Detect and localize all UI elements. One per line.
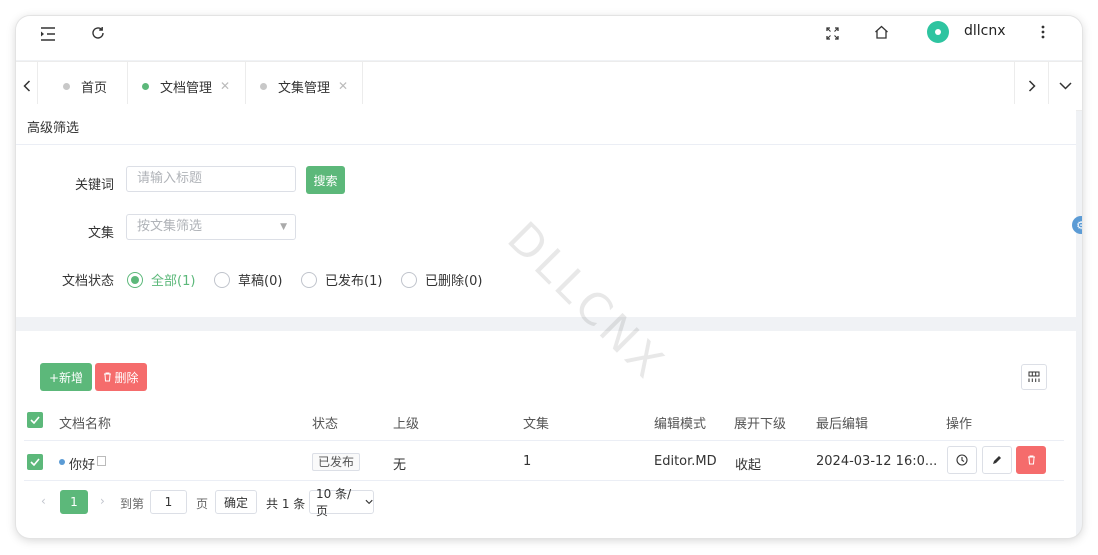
tabs-dropdown[interactable]: [1048, 62, 1082, 110]
tab-collection-management[interactable]: 文集管理 ✕: [246, 62, 363, 110]
filter-title: 高级筛选: [27, 121, 80, 136]
column-header-status: 状态: [312, 417, 339, 432]
page-number-current[interactable]: 1: [60, 490, 88, 514]
row-expand[interactable]: 收起: [735, 454, 761, 473]
app-window: dllcnx 首页 文档管理 ✕ 文集管理 ✕ 高级筛选 关键词 请输入标题 搜…: [16, 16, 1082, 538]
collection-label: 文集: [88, 226, 115, 241]
page-unit-label: 页: [196, 497, 209, 511]
column-header-last-edit: 最后编辑: [816, 417, 869, 432]
avatar-dot: [935, 29, 941, 35]
doc-dot: [59, 459, 65, 465]
tab-dot: [63, 82, 70, 90]
next-page-icon[interactable]: ›: [100, 494, 105, 508]
status-radio-draft[interactable]: 草稿(0): [214, 270, 282, 289]
fullscreen-icon[interactable]: [822, 23, 842, 43]
column-header-actions: 操作: [946, 417, 973, 432]
home-icon[interactable]: [871, 22, 891, 42]
username[interactable]: dllcnx: [964, 23, 1006, 39]
trash-icon: [1027, 455, 1035, 465]
row-delete-button[interactable]: [1016, 446, 1046, 474]
close-icon[interactable]: ✕: [338, 79, 348, 93]
tab-dot-active: [142, 82, 149, 90]
filter-card: 高级筛选 关键词 请输入标题 搜索 文集 按文集筛选 ▼ 文档状态 全部(1) …: [16, 104, 1076, 317]
radio-label: 已删除(0): [425, 274, 483, 289]
row-last-edit: 2024-03-12 16:0...: [816, 454, 938, 469]
radio-circle: [401, 271, 417, 288]
goto-page-input[interactable]: 1: [150, 490, 187, 514]
radio-label: 草稿(0): [238, 274, 283, 289]
page-size-select[interactable]: 10 条/页: [309, 487, 374, 518]
keyword-input[interactable]: 请输入标题: [126, 166, 296, 192]
column-header-expand: 展开下级: [734, 417, 787, 432]
row-parent: 无: [393, 458, 407, 473]
doc-icon: [97, 456, 106, 466]
radio-label: 已发布(1): [325, 274, 383, 289]
tabs-scroll-left[interactable]: [16, 62, 38, 110]
collection-select-placeholder: 按文集筛选: [137, 219, 203, 234]
radio-circle: [127, 271, 143, 288]
status-radio-all[interactable]: 全部(1): [127, 270, 195, 289]
row-collection: 1: [523, 454, 532, 469]
grid-icon: [1028, 371, 1040, 382]
tab-label: 文档管理: [160, 80, 213, 96]
edit-button[interactable]: [982, 446, 1012, 474]
tab-label: 文集管理: [278, 80, 331, 96]
row-checkbox[interactable]: [27, 454, 43, 470]
column-header-edit-mode: 编辑模式: [654, 417, 707, 432]
prev-page-icon[interactable]: ‹: [41, 494, 46, 508]
clock-icon: [956, 454, 968, 466]
status-label: 文档状态: [62, 274, 115, 289]
tab-home[interactable]: 首页: [38, 62, 128, 110]
row-edit-mode: Editor.MD: [654, 454, 717, 469]
chevron-down-icon: [365, 499, 373, 505]
status-radio-published[interactable]: 已发布(1): [301, 270, 382, 289]
row-divider: [24, 480, 1064, 481]
total-count: 共 1 条: [266, 497, 306, 511]
column-settings-button[interactable]: [1021, 364, 1047, 390]
radio-circle: [214, 271, 230, 288]
search-button[interactable]: 搜索: [306, 166, 345, 194]
page-size-value: 10 条/页: [316, 487, 352, 518]
goto-label: 到第: [120, 497, 145, 511]
caret-down-icon: ▼: [280, 222, 287, 232]
keyword-label: 关键词: [75, 178, 115, 193]
avatar[interactable]: [927, 21, 949, 43]
add-button[interactable]: +新增: [40, 363, 92, 391]
select-all-checkbox[interactable]: [27, 412, 43, 428]
status-badge: 已发布: [312, 453, 361, 471]
delete-button-label: 删除: [114, 370, 139, 385]
check-icon: [30, 416, 40, 424]
trash-icon: [104, 372, 112, 382]
tabs-scroll-right[interactable]: [1014, 62, 1048, 110]
chevron-right-icon: [1028, 80, 1036, 92]
radio-label: 全部(1): [151, 274, 196, 289]
column-header-parent: 上级: [393, 417, 420, 432]
more-vertical-icon[interactable]: [1033, 22, 1053, 42]
chevron-left-icon: [22, 80, 30, 92]
check-icon: [30, 458, 40, 466]
close-icon[interactable]: ✕: [220, 79, 230, 93]
chevron-down-icon: [1059, 82, 1072, 90]
delete-button[interactable]: 删除: [95, 363, 147, 391]
top-bar: dllcnx: [16, 16, 1082, 60]
radio-circle: [301, 271, 317, 288]
status-radio-deleted[interactable]: 已删除(0): [401, 270, 482, 289]
tab-document-management[interactable]: 文档管理 ✕: [128, 62, 246, 110]
column-header-collection: 文集: [523, 417, 550, 432]
goto-confirm-button[interactable]: 确定: [215, 490, 257, 514]
column-header-name: 文档名称: [59, 417, 112, 432]
menu-fold-icon[interactable]: [38, 24, 58, 44]
tab-label: 首页: [81, 80, 108, 96]
refresh-icon[interactable]: [88, 23, 108, 43]
row-name[interactable]: 你好: [69, 454, 95, 473]
tab-dot: [260, 82, 267, 90]
history-button[interactable]: [947, 446, 977, 474]
collection-select[interactable]: 按文集筛选 ▼: [126, 214, 296, 240]
pencil-icon: [993, 456, 1001, 464]
header-divider: [24, 440, 1064, 441]
divider: [16, 144, 1076, 145]
